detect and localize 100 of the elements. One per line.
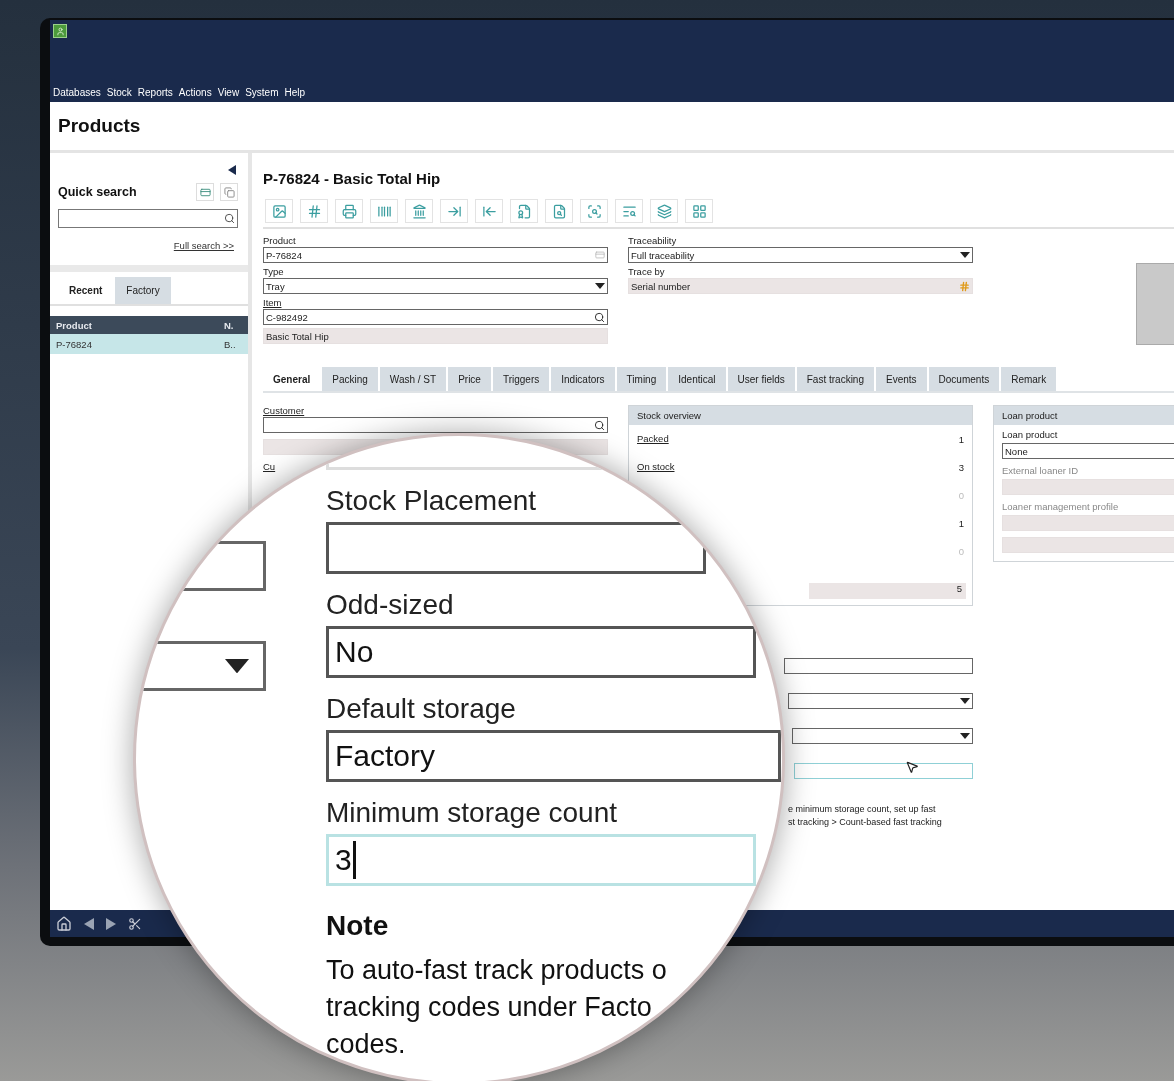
copy-button[interactable] <box>220 183 238 201</box>
column-header[interactable]: N. <box>218 319 248 331</box>
card-icon <box>199 186 211 198</box>
text-field[interactable]: P-76824 <box>263 247 608 263</box>
toolbar-button[interactable] <box>650 199 678 223</box>
sidebar-tab[interactable]: Factory <box>115 277 171 304</box>
text-field[interactable] <box>784 658 973 674</box>
stock-link[interactable]: On stock <box>637 461 675 473</box>
field-label: Odd-sized <box>326 588 455 622</box>
hash-icon <box>306 203 322 219</box>
panel-title: Stock overview <box>629 406 972 425</box>
toolbar-button[interactable] <box>405 199 433 223</box>
field-label[interactable]: Item <box>263 297 608 309</box>
tab[interactable]: User fields <box>727 367 795 391</box>
search-icon <box>594 419 605 431</box>
tab[interactable]: Packing <box>322 367 378 391</box>
home-icon[interactable] <box>56 915 72 932</box>
menu-item[interactable]: View <box>217 87 240 98</box>
tab[interactable]: Indicators <box>551 367 615 391</box>
menu-item[interactable]: Stock <box>106 87 132 98</box>
text-field[interactable]: None <box>1002 443 1174 459</box>
search-field[interactable] <box>58 209 238 228</box>
text-field[interactable]: Serial number <box>628 278 973 294</box>
column-header[interactable]: Product <box>50 319 218 331</box>
dropdown-field[interactable]: Tray <box>263 278 608 294</box>
search-icon <box>594 311 605 323</box>
building-icon <box>411 203 427 219</box>
note-text: e minimum storage count, set up fast st tracking > Count-based fast tracking <box>788 803 943 829</box>
note-title: Note <box>326 910 390 942</box>
tab[interactable]: Remark <box>1001 367 1057 391</box>
image-icon <box>271 203 287 219</box>
tab[interactable]: Fast tracking <box>796 367 874 391</box>
caret-icon <box>960 733 970 739</box>
menu-item[interactable]: Help <box>284 87 306 98</box>
scissors-icon[interactable] <box>128 916 142 931</box>
layers-icon <box>656 203 672 219</box>
field-label: Trace by <box>628 266 666 278</box>
toolbar-button[interactable] <box>580 199 608 223</box>
dropdown-field[interactable]: Full traceability <box>628 247 973 263</box>
card-button[interactable] <box>196 183 214 201</box>
table-cell-text: P-76824 <box>55 338 93 350</box>
stock-link[interactable]: Packed <box>637 433 669 445</box>
back-icon[interactable] <box>84 917 94 930</box>
stock-count: 1 <box>958 517 964 529</box>
document-badge-icon <box>516 203 532 219</box>
text-field[interactable]: Basic Total Hip <box>263 328 608 344</box>
quick-search-title: Quick search <box>58 185 138 199</box>
panel-title: Loan product <box>994 406 1174 425</box>
toolbar-button[interactable] <box>300 199 328 223</box>
toolbar-button[interactable] <box>475 199 503 223</box>
stock-count: 3 <box>958 461 964 473</box>
toolbar-button[interactable] <box>335 199 363 223</box>
record-title: P-76824 - Basic Total Hip <box>263 170 442 187</box>
stock-count: 0 <box>958 545 964 557</box>
tab[interactable]: Timing <box>616 367 667 391</box>
tab[interactable]: Identical <box>668 367 726 391</box>
table-row[interactable]: P-76824 B.. <box>50 334 248 354</box>
menu-item[interactable]: Databases <box>53 87 101 98</box>
text-field[interactable] <box>794 763 973 779</box>
caret-icon <box>960 698 970 704</box>
tab[interactable]: Triggers <box>492 367 550 391</box>
scan-search-icon <box>586 203 602 219</box>
forward-icon[interactable] <box>106 917 116 930</box>
field-label: Product <box>263 235 297 247</box>
menu-item[interactable]: System <box>245 87 279 98</box>
toolbar-button[interactable] <box>265 199 293 223</box>
toolbar-button[interactable] <box>510 199 538 223</box>
menu-item[interactable]: Actions <box>178 87 212 98</box>
field-label: Minimum storage count <box>326 796 618 830</box>
barcode-icon <box>376 203 392 219</box>
field-label: Stock Placement <box>326 484 538 518</box>
tab[interactable]: Price <box>448 367 491 391</box>
text-field[interactable] <box>263 417 608 433</box>
caret-icon <box>225 658 249 674</box>
dropdown-field[interactable] <box>788 693 973 709</box>
stock-count: 1 <box>958 433 964 445</box>
toolbar-button[interactable] <box>440 199 468 223</box>
tab[interactable]: Wash / ST <box>379 367 447 391</box>
toolbar-button[interactable] <box>370 199 398 223</box>
collapse-icon[interactable] <box>228 165 236 175</box>
text-search-icon <box>621 203 637 219</box>
grid-icon <box>691 203 707 219</box>
full-search-link[interactable]: Full search >> <box>173 240 234 251</box>
tab[interactable]: Documents <box>928 367 1000 391</box>
text-field[interactable]: C-982492 <box>263 309 608 325</box>
printer-icon <box>341 203 357 219</box>
menu-item[interactable]: Reports <box>137 87 173 98</box>
text-cursor <box>352 841 356 879</box>
table-cell-text: B.. <box>223 338 237 350</box>
field-label[interactable]: Customer <box>263 405 608 417</box>
dropdown-field[interactable] <box>792 728 973 744</box>
field-label: Default storage <box>326 692 517 726</box>
toolbar-button[interactable] <box>545 199 573 223</box>
toolbar-button[interactable] <box>685 199 713 223</box>
field-label: Traceability <box>628 235 678 247</box>
app-icon <box>53 24 67 38</box>
toolbar-button[interactable] <box>615 199 643 223</box>
field-label: Type <box>263 266 285 278</box>
card-icon <box>595 250 605 260</box>
tab[interactable]: Events <box>876 367 927 391</box>
